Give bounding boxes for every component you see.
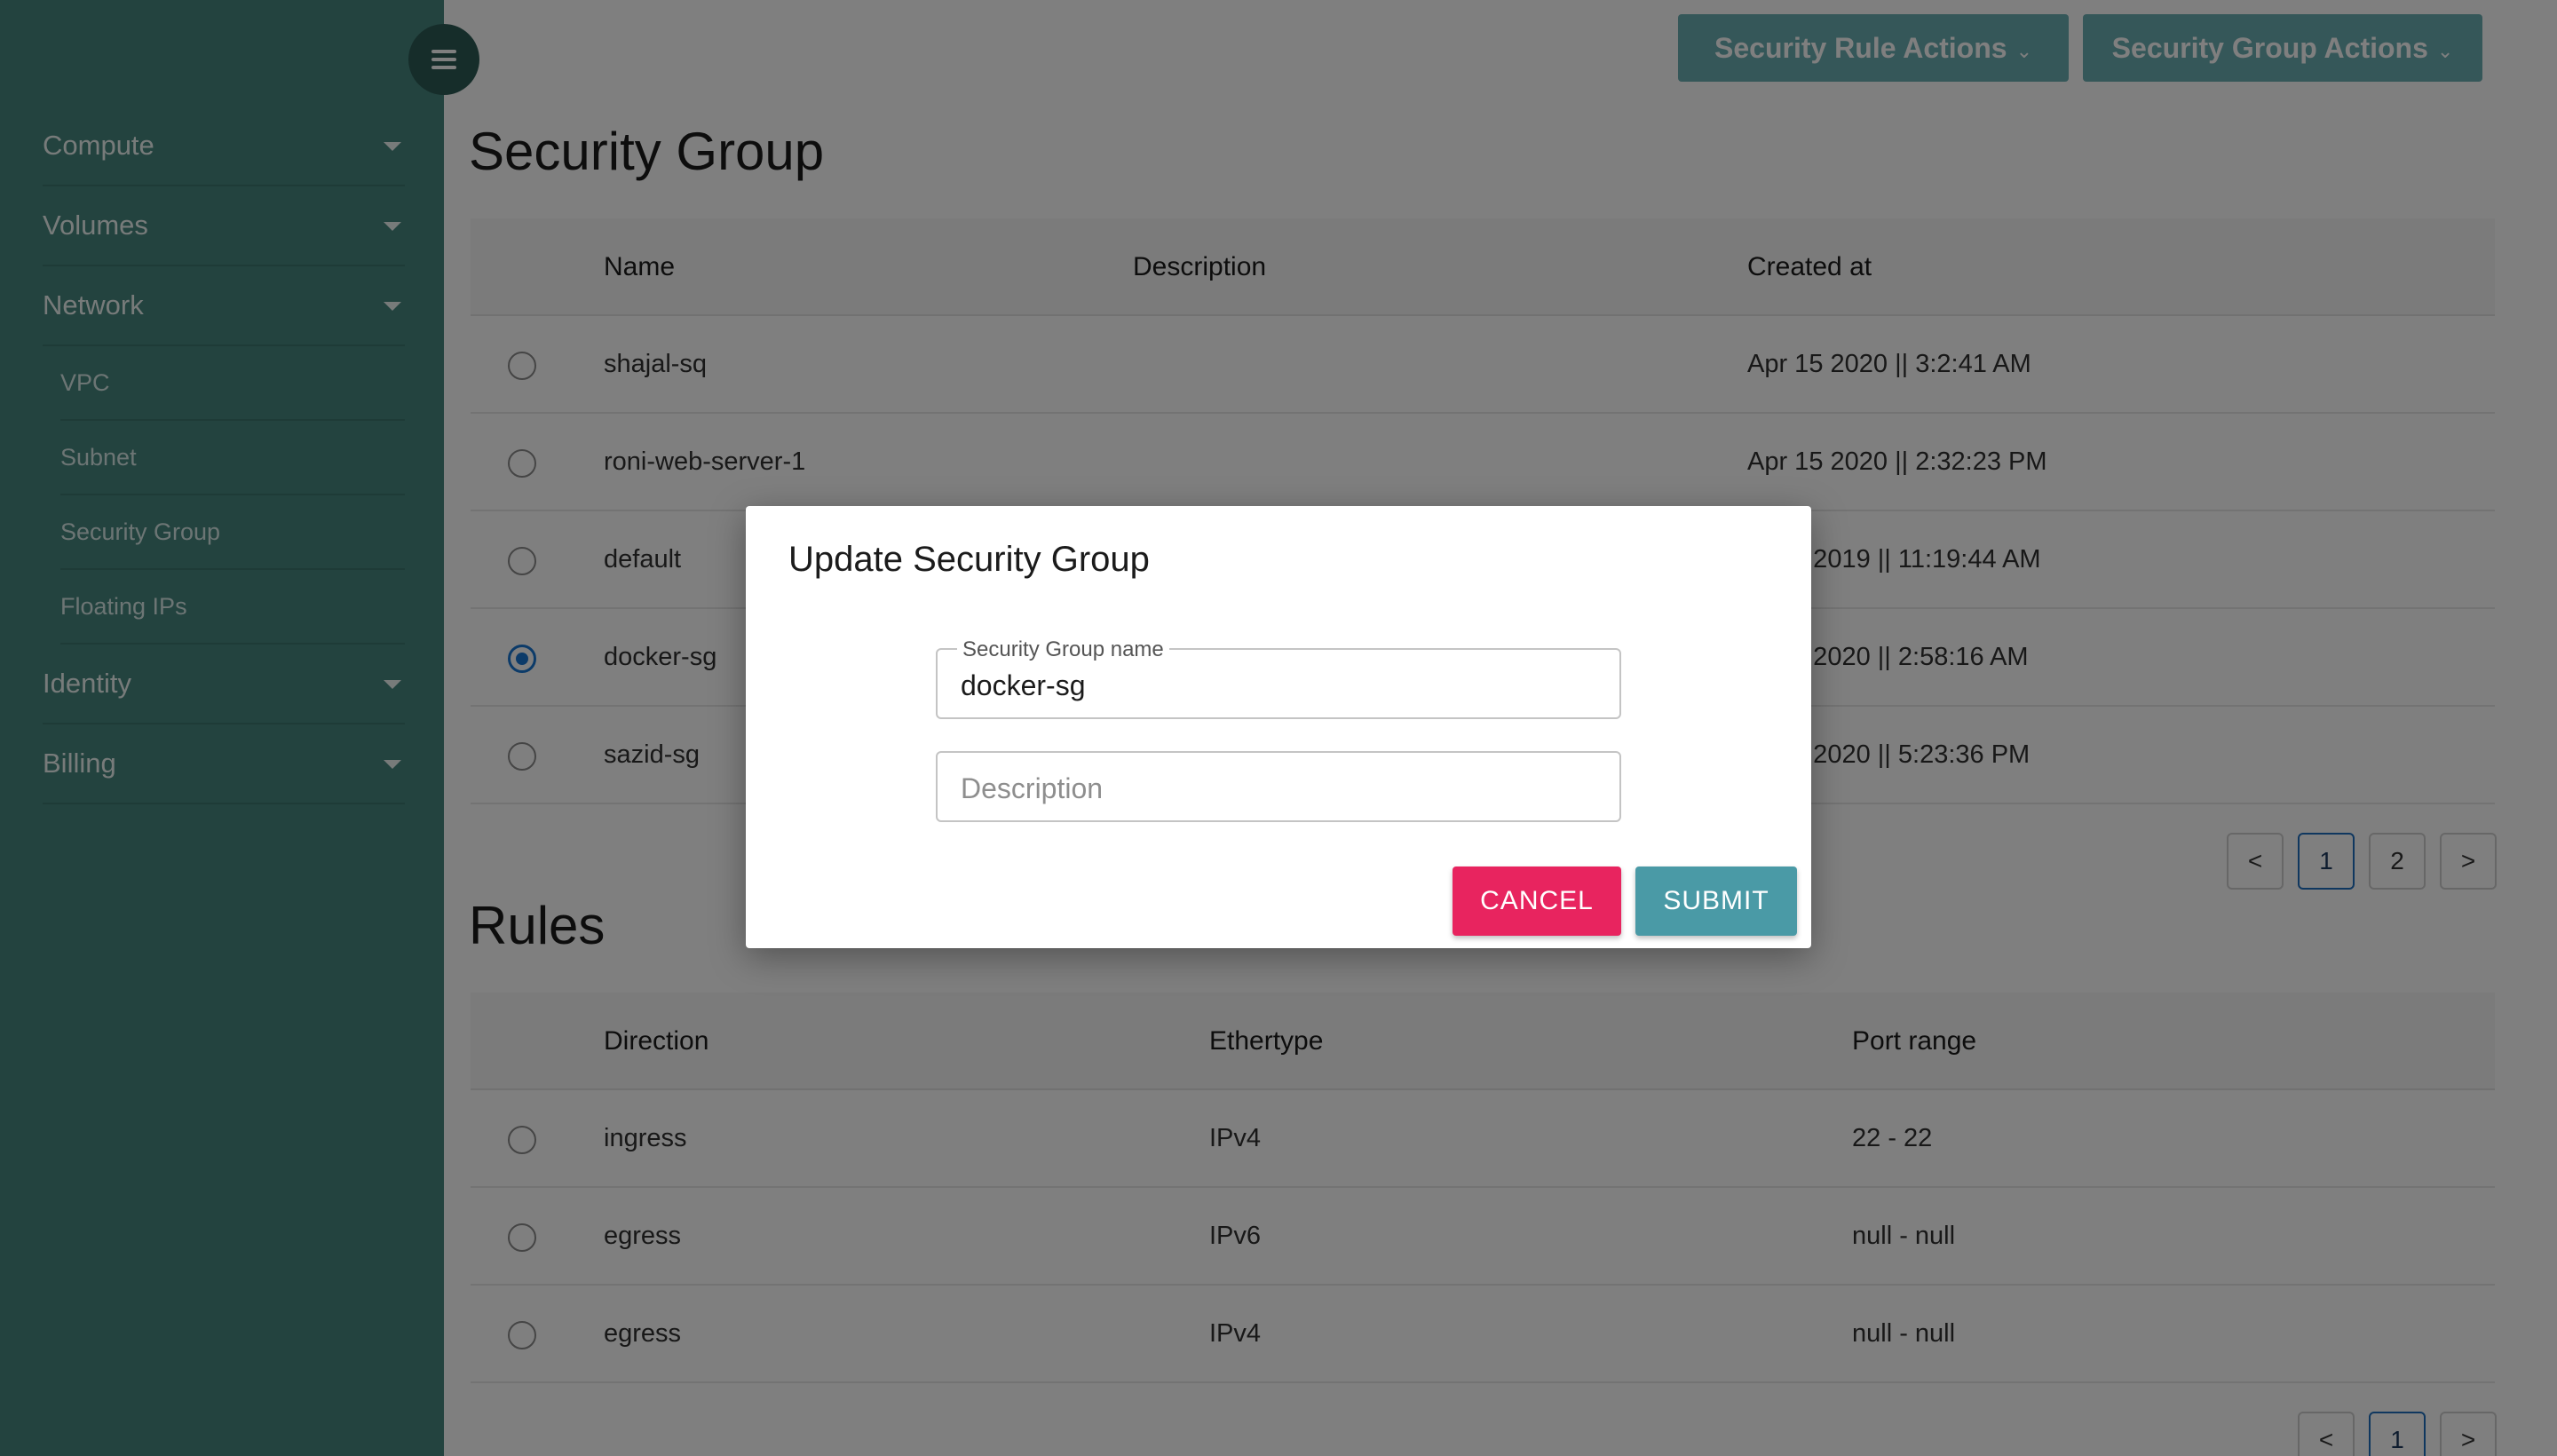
cancel-button[interactable]: CANCEL: [1453, 866, 1621, 936]
submit-button[interactable]: SUBMIT: [1635, 866, 1797, 936]
security-group-name-field[interactable]: Security Group name docker-sg: [936, 637, 1621, 719]
field-label: Security Group name: [957, 637, 1169, 662]
dialog-title: Update Security Group: [788, 540, 1150, 579]
field-placeholder: Description: [961, 772, 1104, 804]
field-value: docker-sg: [961, 669, 1086, 701]
update-security-group-dialog: Update Security Group Security Group nam…: [746, 506, 1811, 948]
description-field[interactable]: Description: [936, 751, 1621, 822]
